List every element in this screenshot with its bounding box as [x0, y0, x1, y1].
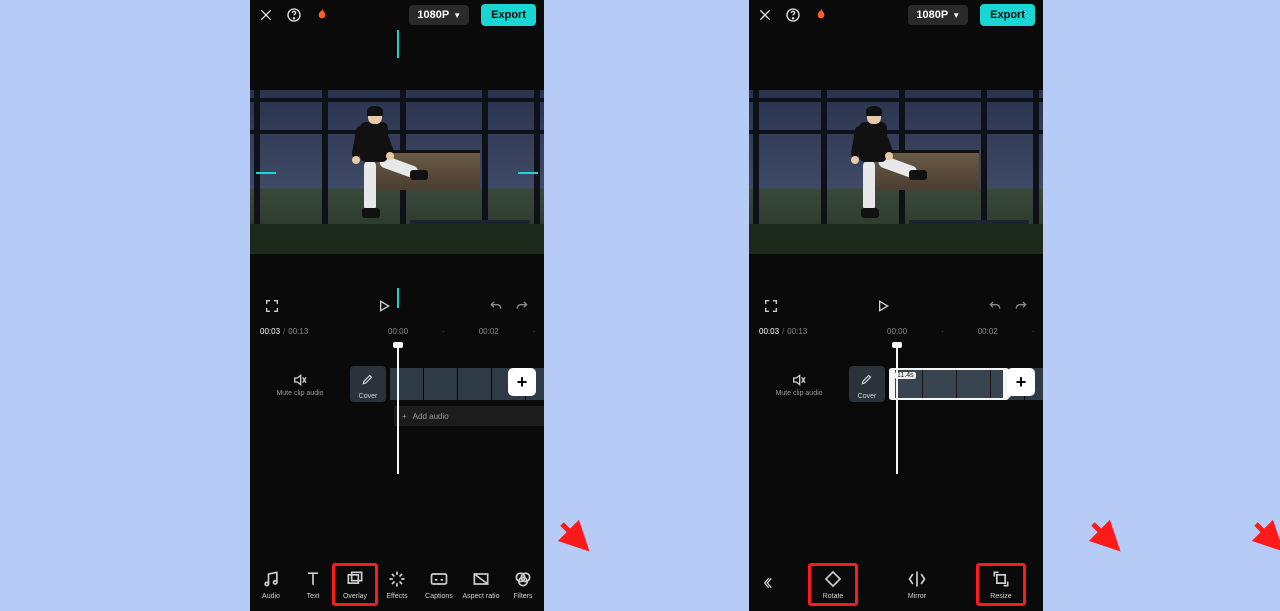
- toolbar-back[interactable]: [756, 575, 784, 594]
- tool-text[interactable]: Text: [292, 569, 334, 600]
- mute-clip-audio[interactable]: Mute clip audio: [749, 372, 849, 397]
- time-ruler[interactable]: 00:03 / 00:13 00:00 · 00:02 · 00:04: [250, 324, 544, 338]
- screenshot-right: 1080P ▼ Export: [749, 0, 1043, 611]
- cover-thumb[interactable]: Cover: [849, 366, 885, 402]
- tool-effects[interactable]: Effects: [376, 569, 418, 600]
- resolution-button[interactable]: 1080P ▼: [409, 5, 469, 25]
- rotate-icon: [823, 569, 843, 589]
- chevron-left-icon: [762, 575, 778, 591]
- fullscreen-icon[interactable]: [763, 298, 779, 314]
- caret-down-icon: ▼: [453, 11, 461, 20]
- time-current: 00:03: [260, 327, 280, 336]
- aspect-icon: [471, 569, 491, 589]
- redo-icon[interactable]: [1013, 298, 1029, 314]
- edit-icon: [361, 372, 375, 386]
- close-icon[interactable]: [258, 7, 274, 23]
- flame-icon[interactable]: [314, 7, 330, 23]
- tool-rotate[interactable]: Rotate: [798, 569, 868, 600]
- video-preview[interactable]: [250, 90, 544, 254]
- tool-audio[interactable]: Audio: [250, 569, 292, 600]
- cover-thumb[interactable]: Cover: [350, 366, 386, 402]
- flame-icon[interactable]: [813, 7, 829, 23]
- add-clip-button[interactable]: +: [1007, 368, 1035, 396]
- preview-spacer: [749, 30, 1043, 90]
- plus-icon: +: [402, 412, 407, 421]
- add-clip-button[interactable]: +: [508, 368, 536, 396]
- guide-arrow: [556, 518, 596, 558]
- export-button[interactable]: Export: [980, 4, 1035, 26]
- screenshot-left: 1080P ▼ Export: [250, 0, 544, 611]
- export-button[interactable]: Export: [481, 4, 536, 26]
- edit-icon: [860, 372, 874, 386]
- play-icon[interactable]: [875, 298, 891, 314]
- video-preview[interactable]: [749, 90, 1043, 254]
- time-total: 00:13: [288, 327, 308, 336]
- tool-resize[interactable]: Resize: [966, 569, 1036, 600]
- guide-arrow: [1250, 518, 1280, 558]
- filters-icon: [513, 569, 533, 589]
- redo-icon[interactable]: [514, 298, 530, 314]
- tool-overlay[interactable]: Overlay: [334, 569, 376, 600]
- top-bar: 1080P ▼ Export: [749, 0, 1043, 30]
- play-icon[interactable]: [376, 298, 392, 314]
- undo-icon[interactable]: [987, 298, 1003, 314]
- clip-selection[interactable]: 11.4s: [889, 368, 1009, 400]
- clip-duration: 11.4s: [895, 372, 916, 379]
- guide-arrow: [1087, 518, 1127, 558]
- add-audio-row[interactable]: + Add audio: [394, 406, 544, 426]
- resolution-label: 1080P: [916, 9, 948, 21]
- resize-icon: [991, 569, 1011, 589]
- resolution-button[interactable]: 1080P ▼: [908, 5, 968, 25]
- timeline[interactable]: Mute clip audio Cover 11.4s: [749, 344, 1043, 474]
- close-icon[interactable]: [757, 7, 773, 23]
- playhead[interactable]: [397, 344, 399, 474]
- preview-scene: [250, 90, 544, 254]
- top-bar: 1080P ▼ Export: [250, 0, 544, 30]
- bottom-toolbar: Audio Text Overlay Effects Captions: [250, 557, 544, 611]
- caret-down-icon: ▼: [952, 11, 960, 20]
- help-icon[interactable]: [286, 7, 302, 23]
- overlay-icon: [345, 569, 365, 589]
- tool-aspect-ratio[interactable]: Aspect ratio: [460, 569, 502, 600]
- playback-controls: [749, 254, 1043, 324]
- ruler-marks: 00:00 · 00:02 · 00:04: [388, 327, 544, 336]
- playhead[interactable]: [896, 344, 898, 474]
- tool-captions[interactable]: Captions: [418, 569, 460, 600]
- sparkle-icon: [387, 569, 407, 589]
- mirror-icon: [907, 569, 927, 589]
- fullscreen-icon[interactable]: [264, 298, 280, 314]
- music-icon: [261, 569, 281, 589]
- resolution-label: 1080P: [417, 9, 449, 21]
- time-ruler[interactable]: 00:03 / 00:13 00:00· 00:02· 00:04: [749, 324, 1043, 338]
- help-icon[interactable]: [785, 7, 801, 23]
- tool-mirror[interactable]: Mirror: [882, 569, 952, 600]
- speaker-mute-icon: [791, 372, 807, 388]
- undo-icon[interactable]: [488, 298, 504, 314]
- mute-clip-audio[interactable]: Mute clip audio: [250, 372, 350, 397]
- speaker-mute-icon: [292, 372, 308, 388]
- tool-filters[interactable]: Filters: [502, 569, 544, 600]
- preview-spacer: [250, 30, 544, 90]
- playback-controls: [250, 254, 544, 324]
- timeline[interactable]: Mute clip audio Cover + Add audio: [250, 344, 544, 474]
- bottom-toolbar: Rotate Mirror Resize: [749, 557, 1043, 611]
- captions-icon: [429, 569, 449, 589]
- text-icon: [303, 569, 323, 589]
